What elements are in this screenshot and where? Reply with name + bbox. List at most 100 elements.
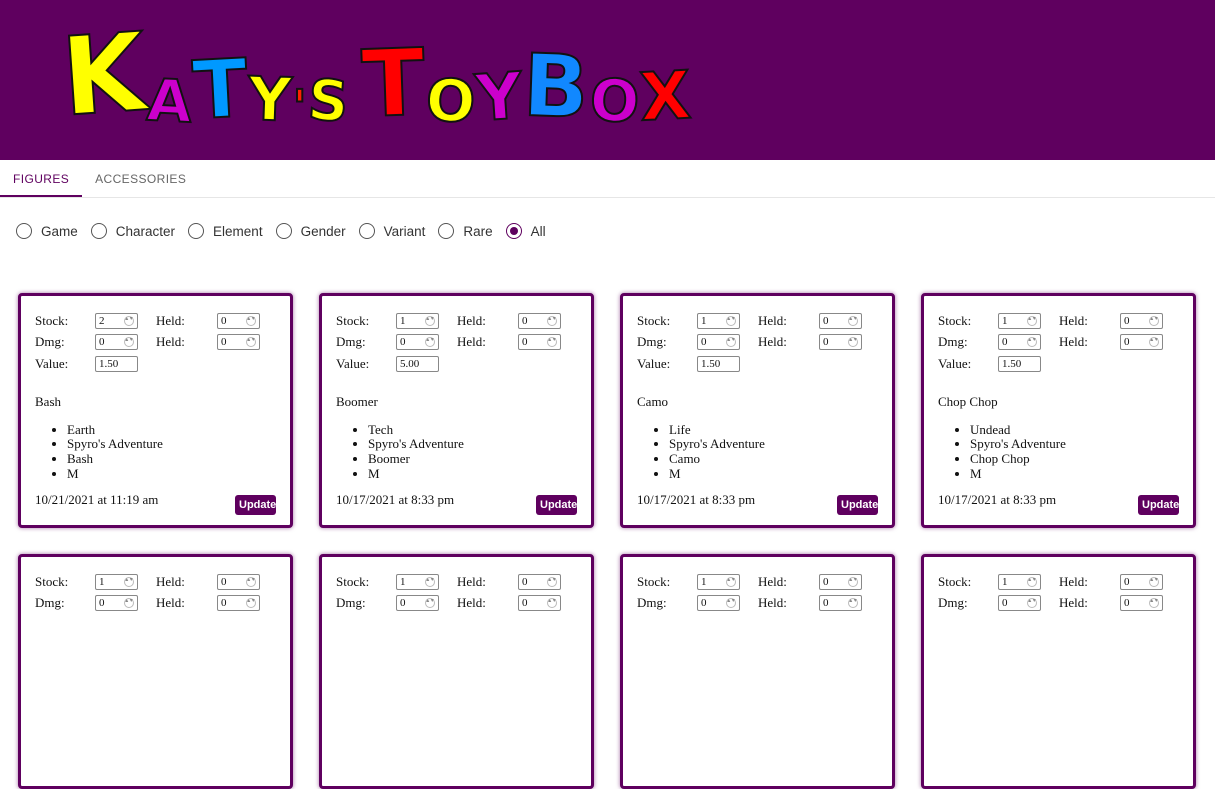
value-input[interactable]: 1.50 (95, 355, 138, 372)
held-input-value: 0 (221, 597, 227, 610)
stock-input[interactable]: 1 ▴ ▾ (396, 573, 439, 590)
site-logo[interactable]: K A T Y ' S T O Y B O X (57, 9, 694, 142)
spinner-arrows-icon[interactable]: ▴ ▾ (124, 576, 134, 587)
figure-card: Stock: 1 ▴ ▾ Held: 0 ▴ ▾ Dmg: 0 ▴ ▾ Held: 0 ▴ ▾ (921, 554, 1196, 789)
dmg-label: Dmg: (336, 334, 366, 350)
dmg-input-value: 0 (400, 597, 406, 610)
dmg-input[interactable]: 0 ▴ ▾ (396, 595, 439, 612)
radio-icon[interactable] (438, 223, 455, 239)
figure-card: Stock: 1 ▴ ▾ Held: 0 ▴ ▾ Dmg: 0 ▴ ▾ Held: 0 ▴ ▾ (319, 554, 594, 789)
held-input[interactable]: 0 ▴ ▾ (217, 334, 260, 351)
value-input[interactable]: 5.00 (396, 355, 439, 372)
tab-accessories[interactable]: ACCESSORIES (82, 160, 199, 197)
spinner-arrows-icon[interactable]: ▴ ▾ (425, 576, 435, 587)
held-input[interactable]: 0 ▴ ▾ (217, 595, 260, 612)
spinner-arrows-icon[interactable]: ▴ ▾ (547, 315, 557, 326)
held-input[interactable]: 0 ▴ ▾ (217, 573, 260, 590)
filter-variant[interactable]: Variant (358, 223, 425, 239)
dmg-input[interactable]: 0 ▴ ▾ (998, 334, 1041, 351)
radio-icon[interactable] (188, 223, 205, 239)
spinner-arrows-icon[interactable]: ▴ ▾ (726, 315, 736, 326)
spinner-arrows-icon[interactable]: ▴ ▾ (547, 337, 557, 348)
held-input[interactable]: 0 ▴ ▾ (217, 312, 260, 329)
spinner-arrows-icon[interactable]: ▴ ▾ (848, 576, 858, 587)
spinner-arrows-icon[interactable]: ▴ ▾ (124, 315, 134, 326)
held-input[interactable]: 0 ▴ ▾ (1120, 334, 1163, 351)
radio-icon[interactable] (358, 223, 375, 239)
figure-details-list: UndeadSpyro's AdventureChop ChopM (938, 422, 1193, 482)
held-input[interactable]: 0 ▴ ▾ (819, 573, 862, 590)
dmg-input[interactable]: 0 ▴ ▾ (95, 334, 138, 351)
stock-input[interactable]: 1 ▴ ▾ (396, 312, 439, 329)
update-button[interactable]: Update (536, 495, 577, 515)
held-input[interactable]: 0 ▴ ▾ (518, 573, 561, 590)
held-input[interactable]: 0 ▴ ▾ (1120, 573, 1163, 590)
filter-character[interactable]: Character (90, 223, 175, 239)
filter-label: Gender (300, 223, 346, 239)
held-input[interactable]: 0 ▴ ▾ (819, 312, 862, 329)
spinner-arrows-icon[interactable]: ▴ ▾ (124, 337, 134, 348)
stock-input[interactable]: 1 ▴ ▾ (998, 573, 1041, 590)
value-input[interactable]: 1.50 (697, 355, 740, 372)
dmg-input[interactable]: 0 ▴ ▾ (998, 595, 1041, 612)
spinner-arrows-icon[interactable]: ▴ ▾ (1027, 576, 1037, 587)
radio-icon[interactable] (90, 223, 107, 239)
held-input[interactable]: 0 ▴ ▾ (1120, 312, 1163, 329)
update-button[interactable]: Update (1138, 495, 1179, 515)
stock-input[interactable]: 1 ▴ ▾ (95, 573, 138, 590)
value-input[interactable]: 1.50 (998, 355, 1041, 372)
dmg-label: Dmg: (35, 595, 65, 611)
held-input[interactable]: 0 ▴ ▾ (518, 595, 561, 612)
held-input[interactable]: 0 ▴ ▾ (819, 334, 862, 351)
filter-element[interactable]: Element (188, 223, 263, 239)
list-item: M (970, 466, 1193, 482)
list-item: Undead (970, 422, 1193, 438)
held-input-value: 0 (221, 336, 227, 349)
list-item: Spyro's Adventure (970, 436, 1193, 452)
held-input[interactable]: 0 ▴ ▾ (518, 312, 561, 329)
spinner-arrows-icon[interactable]: ▴ ▾ (848, 337, 858, 348)
spinner-arrows-icon[interactable]: ▴ ▾ (547, 576, 557, 587)
stock-input[interactable]: 1 ▴ ▾ (697, 312, 740, 329)
filter-game[interactable]: Game (16, 223, 78, 239)
stock-input[interactable]: 1 ▴ ▾ (697, 573, 740, 590)
tab-figures[interactable]: FIGURES (0, 160, 83, 197)
update-button[interactable]: Update (235, 495, 276, 515)
spinner-arrows-icon[interactable]: ▴ ▾ (246, 315, 256, 326)
held-input[interactable]: 0 ▴ ▾ (819, 595, 862, 612)
held-input[interactable]: 0 ▴ ▾ (518, 334, 561, 351)
update-button[interactable]: Update (837, 495, 878, 515)
spinner-arrows-icon[interactable]: ▴ ▾ (1027, 337, 1037, 348)
figure-details-list: LifeSpyro's AdventureCamoM (637, 422, 892, 482)
radio-icon-checked[interactable] (505, 223, 522, 239)
spinner-arrows-icon[interactable]: ▴ ▾ (1149, 315, 1159, 326)
spinner-arrows-icon[interactable]: ▴ ▾ (246, 576, 256, 587)
spinner-arrows-icon[interactable]: ▴ ▾ (726, 576, 736, 587)
figure-card: Stock: 2 ▴ ▾ Held: 0 ▴ ▾ Dmg: 0 ▴ ▾ Held: 0 ▴ ▾ Valu… (18, 293, 293, 528)
spinner-arrows-icon[interactable]: ▴ ▾ (848, 315, 858, 326)
dmg-input[interactable]: 0 ▴ ▾ (396, 334, 439, 351)
spinner-arrows-icon[interactable]: ▴ ▾ (1149, 337, 1159, 348)
radio-icon[interactable] (275, 223, 292, 239)
spinner-arrows-icon[interactable]: ▴ ▾ (726, 337, 736, 348)
site-header: K A T Y ' S T O Y B O X (0, 0, 1215, 160)
held-input[interactable]: 0 ▴ ▾ (1120, 595, 1163, 612)
stock-label: Stock: (637, 312, 671, 328)
spinner-arrows-icon[interactable]: ▴ ▾ (246, 337, 256, 348)
filter-gender[interactable]: Gender (275, 223, 346, 239)
stock-input[interactable]: 1 ▴ ▾ (998, 312, 1041, 329)
dmg-input[interactable]: 0 ▴ ▾ (697, 595, 740, 612)
dmg-input[interactable]: 0 ▴ ▾ (697, 334, 740, 351)
filter-all[interactable]: All (505, 223, 546, 239)
stock-label: Stock: (938, 312, 972, 328)
spinner-arrows-icon[interactable]: ▴ ▾ (425, 315, 435, 326)
filter-rare[interactable]: Rare (438, 223, 493, 239)
spinner-arrows-icon[interactable]: ▴ ▾ (425, 337, 435, 348)
stock-input[interactable]: 2 ▴ ▾ (95, 312, 138, 329)
dmg-input[interactable]: 0 ▴ ▾ (95, 595, 138, 612)
tab-bar: FIGURES ACCESSORIES (0, 160, 1215, 198)
radio-icon[interactable] (16, 223, 32, 239)
spinner-arrows-icon[interactable]: ▴ ▾ (1149, 576, 1159, 587)
spinner-arrows-icon[interactable]: ▴ ▾ (1027, 315, 1037, 326)
held-input-value: 0 (522, 336, 528, 349)
